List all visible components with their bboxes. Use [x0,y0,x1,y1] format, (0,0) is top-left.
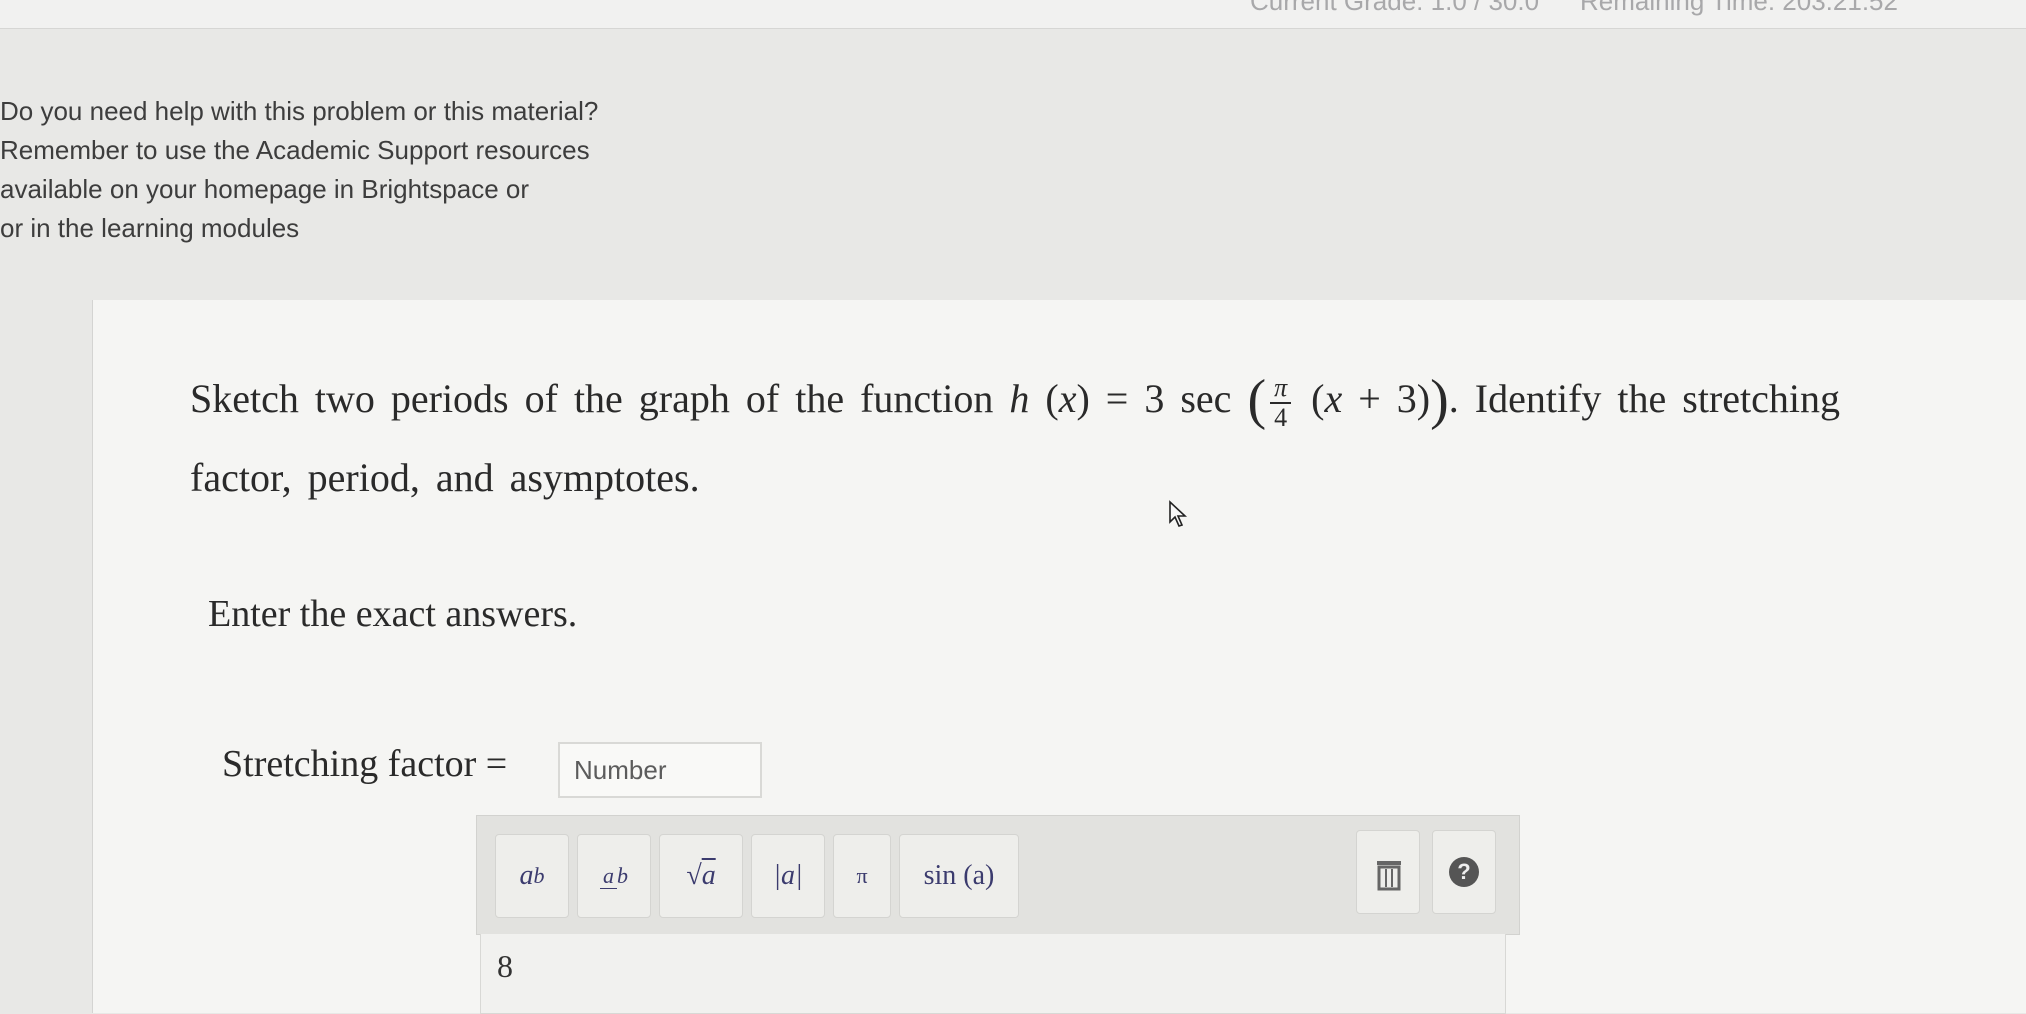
academic-support-notice: Do you need help with this problem or th… [0,92,640,248]
pi-label: π [856,863,868,888]
function-variable: x [1058,376,1077,421]
instruction-text: Enter the exact answers. [208,593,578,635]
function-name: h [1009,376,1030,421]
pi-button[interactable]: π [833,834,891,918]
absolute-value-button[interactable]: |a| [751,834,825,918]
function-coefficient: 3 sec [1144,376,1232,421]
top-status-bar: Current Grade: 1.0 / 30.0 Remaining Time… [0,0,2026,29]
question-text: Sketch two periods of the graph of the f… [190,369,1840,500]
sqrt-button[interactable]: √ a [659,834,743,918]
sine-label: sin (a) [923,860,995,891]
answer-entry-area[interactable]: 8 [480,934,1506,1014]
help-line-4: or in the learning modules [0,213,300,243]
stretching-factor-label: Stretching factor = [222,743,508,785]
inner-variable: x [1324,376,1343,421]
help-line-3: available on your homepage in Brightspac… [0,174,530,204]
trash-icon[interactable] [1356,830,1420,914]
power-button[interactable]: ab [495,834,569,918]
question-mark-icon: ? [1449,857,1479,887]
power-base: a [519,860,534,891]
fraction-button[interactable]: ab [577,834,651,918]
pi-over-four-fraction: π4 [1270,373,1292,432]
help-line-2: Remember to use the Academic Support res… [0,135,590,165]
sine-button[interactable]: sin (a) [899,834,1019,918]
stretching-factor-input[interactable] [558,742,762,798]
help-button[interactable]: ? [1432,830,1496,914]
answer-value: 8 [497,948,513,984]
mouse-cursor-icon [1169,500,1188,527]
absolute-value-label: |a| [773,860,803,891]
phase-shift: + 3 [1358,376,1417,421]
current-grade-text: Current Grade: 1.0 / 30.0 [1250,0,1540,16]
question-prefix: Sketch two periods of the graph of the f… [190,376,994,421]
question-suffix-2: factor, period, and asymptotes. [190,455,700,500]
remaining-time-text: Remaining Time: 203:21:52 [1580,0,1898,16]
help-line-1: Do you need help with this problem or th… [0,96,599,126]
power-exponent: b [533,863,545,888]
sqrt-radicand: a [701,860,716,891]
question-suffix-1: . Identify the stretching [1448,376,1840,421]
fraction-numerator: a [600,863,617,889]
fraction-denominator: b [617,863,628,888]
